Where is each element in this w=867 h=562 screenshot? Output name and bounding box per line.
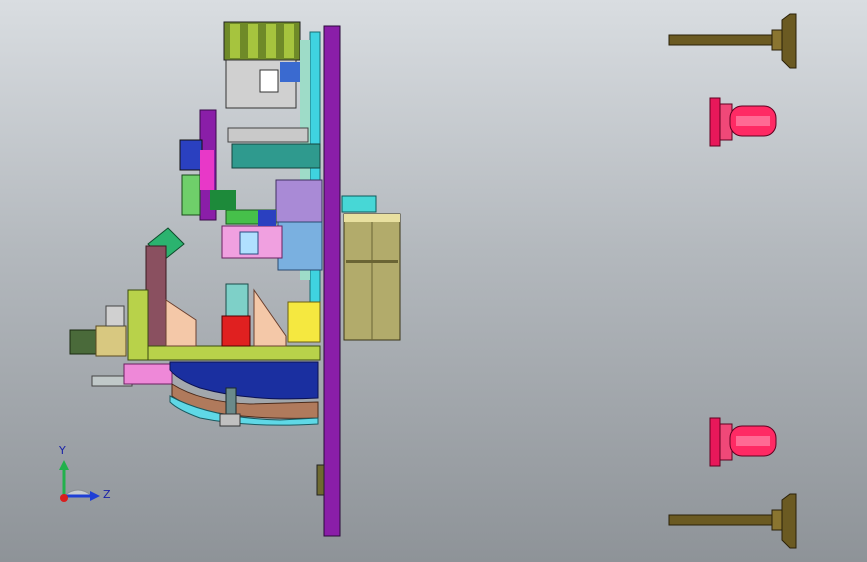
foot-pad bbox=[781, 13, 797, 69]
caster-mount[interactable] bbox=[709, 97, 721, 147]
gear-motor[interactable] bbox=[341, 195, 401, 341]
y-axis-label: Y bbox=[58, 444, 66, 457]
leveling-foot-bottom[interactable] bbox=[668, 493, 797, 549]
cylinder-window bbox=[239, 231, 259, 255]
motor-cap[interactable] bbox=[341, 195, 377, 213]
maroon-post[interactable] bbox=[145, 245, 167, 347]
y-axis-arrow-icon bbox=[59, 460, 69, 470]
caster-hub bbox=[736, 436, 770, 446]
caster-mount[interactable] bbox=[709, 417, 721, 467]
foot-pad bbox=[781, 493, 797, 549]
mechanism-assembly[interactable] bbox=[69, 21, 323, 427]
caster-bottom[interactable] bbox=[709, 417, 777, 467]
wedge-left bbox=[165, 299, 197, 347]
clamp-block[interactable] bbox=[259, 69, 279, 93]
foot-rod[interactable] bbox=[668, 514, 778, 526]
dark-green-block bbox=[210, 190, 236, 210]
beam-cover bbox=[227, 127, 309, 143]
top-roller-rib bbox=[248, 24, 258, 58]
base-nut bbox=[219, 413, 241, 427]
teal-beam[interactable] bbox=[231, 143, 321, 169]
green-frame-left[interactable] bbox=[127, 289, 149, 361]
wedge-right bbox=[253, 288, 287, 347]
red-frame[interactable] bbox=[221, 315, 251, 347]
plate-bracket bbox=[316, 464, 325, 496]
side-motor-bracket bbox=[105, 305, 125, 327]
side-motor-housing[interactable] bbox=[95, 325, 127, 357]
main-mounting-plate[interactable] bbox=[323, 25, 341, 537]
top-roller-rib bbox=[230, 24, 240, 58]
foot-rod[interactable] bbox=[668, 34, 778, 46]
orientation-triad[interactable]: Y Z bbox=[48, 438, 118, 508]
z-axis-arrow-icon bbox=[90, 491, 100, 501]
motor-band bbox=[346, 260, 398, 263]
blue-cap bbox=[258, 210, 276, 226]
leveling-foot-top[interactable] bbox=[668, 13, 797, 69]
x-axis-dot-icon bbox=[60, 494, 68, 502]
caster-top[interactable] bbox=[709, 97, 777, 147]
blue-block-left[interactable] bbox=[179, 139, 203, 171]
motor-collar bbox=[344, 214, 400, 222]
z-axis-label: Z bbox=[103, 488, 111, 501]
green-frame-bottom[interactable] bbox=[147, 345, 321, 361]
blue-panel[interactable] bbox=[277, 221, 323, 271]
yellow-block bbox=[287, 301, 321, 343]
caster-hub bbox=[736, 116, 770, 126]
blue-base[interactable] bbox=[169, 361, 319, 400]
lavender-panel[interactable] bbox=[275, 179, 323, 223]
top-roller-rib bbox=[284, 24, 294, 58]
magenta-strip bbox=[200, 150, 214, 190]
foot-nut bbox=[771, 29, 783, 51]
model-scene[interactable] bbox=[0, 0, 867, 562]
side-motor[interactable] bbox=[69, 329, 97, 355]
pink-base bbox=[123, 363, 173, 385]
upper-blue-block[interactable] bbox=[280, 62, 302, 82]
cad-viewport[interactable]: Y Z bbox=[0, 0, 867, 562]
foot-nut bbox=[771, 509, 783, 531]
top-roller-rib bbox=[266, 24, 276, 58]
green-block-left[interactable] bbox=[181, 174, 201, 216]
